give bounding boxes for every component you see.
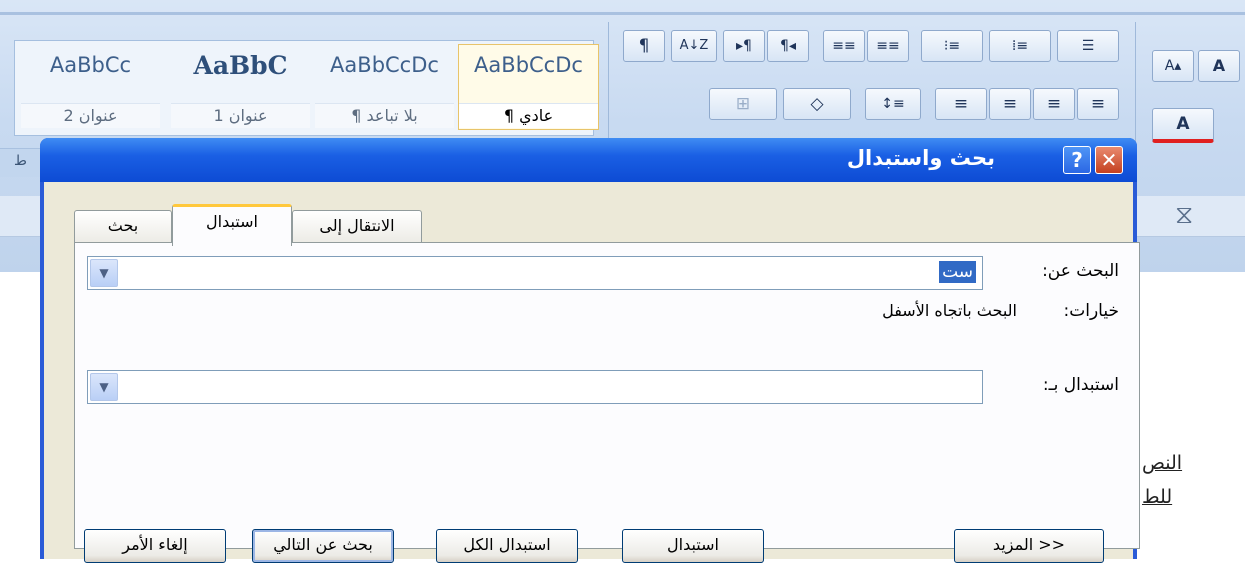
more-button[interactable]: المزيد >> [954, 529, 1104, 563]
options-label: خيارات: [1063, 301, 1119, 321]
group-label-text: ط [14, 153, 27, 169]
document-text: النص [1142, 452, 1183, 474]
replace-with-label: استبدال بـ: [1042, 375, 1119, 395]
replace-button[interactable]: استبدال [622, 529, 764, 563]
font-color-button[interactable]: A [1152, 108, 1214, 143]
replace-all-button[interactable]: استبدال الكل [436, 529, 578, 563]
ltr-button[interactable]: ¶◂ [767, 30, 809, 62]
grow-font-button[interactable]: A▴ [1152, 50, 1194, 82]
find-next-button[interactable]: بحث عن التالي [252, 529, 394, 563]
options-value: البحث باتجاه الأسفل [882, 301, 1017, 320]
quick-styles-gallery: AaBbCcDc ¶ عادي AaBbCcDc ¶ بلا تباعد AaB… [14, 40, 599, 136]
dialog-client-area: بحث استبدال الانتقال إلى البحث عن: ▼ ست … [44, 182, 1140, 563]
decrease-indent-button[interactable]: ≡≡ [867, 30, 909, 62]
document-text: للط [1142, 486, 1173, 508]
borders-button[interactable]: ⊞ [709, 88, 777, 120]
style-preview: AaBbCcDc [474, 53, 583, 77]
style-heading-2[interactable]: AaBbCc عنوان 2 [21, 45, 160, 129]
style-preview: AaBbCcDc [330, 53, 439, 77]
tab-replace[interactable]: استبدال [172, 204, 292, 246]
chevron-down-icon[interactable]: ▼ [90, 373, 118, 401]
indent-marker-icon[interactable]: ⧖ [1175, 200, 1193, 231]
find-what-combo[interactable]: ▼ ست [87, 256, 983, 290]
style-label: ¶ بلا تباعد [315, 103, 454, 128]
replace-with-combo[interactable]: ▼ [87, 370, 983, 404]
tab-goto[interactable]: الانتقال إلى [292, 210, 422, 243]
multilevel-list-button[interactable]: ⁝≡ [921, 30, 983, 62]
cancel-button[interactable]: إلغاء الأمر [84, 529, 226, 563]
style-no-spacing[interactable]: AaBbCcDc ¶ بلا تباعد [315, 45, 454, 129]
help-icon[interactable]: ? [1063, 146, 1091, 174]
find-what-value[interactable]: ست [939, 261, 976, 283]
style-preview: AaBbCc [49, 53, 132, 77]
style-label: عنوان 1 [171, 103, 310, 128]
style-label: ¶ عادي [459, 103, 598, 128]
bullets-button[interactable]: ☰ [1057, 30, 1119, 62]
tab-find[interactable]: بحث [74, 210, 172, 243]
dialog-titlebar[interactable]: بحث واستبدال ? ✕ [40, 138, 1137, 182]
chevron-down-icon[interactable]: ▼ [90, 259, 118, 287]
ribbon-top-border [0, 12, 1245, 15]
shading-button[interactable]: ◇ [783, 88, 851, 120]
style-label: عنوان 2 [21, 103, 160, 128]
align-left-button[interactable]: ≡ [989, 88, 1031, 120]
style-preview: AaBbC [193, 51, 288, 80]
find-replace-dialog: بحث واستبدال ? ✕ بحث استبدال الانتقال إل… [40, 138, 1140, 563]
replace-tab-panel: البحث عن: ▼ ست خيارات: البحث باتجاه الأس… [74, 242, 1140, 549]
replace-with-value[interactable] [970, 375, 976, 397]
font-group: A▴ A A [1135, 22, 1245, 172]
show-marks-button[interactable]: ¶ [623, 30, 665, 62]
font-size-button[interactable]: A [1198, 50, 1240, 82]
style-heading-1[interactable]: AaBbC عنوان 1 [171, 45, 310, 129]
find-what-label: البحث عن: [1042, 261, 1119, 281]
close-icon[interactable]: ✕ [1095, 146, 1123, 174]
dialog-title: بحث واستبدال [846, 146, 995, 170]
dialog-tabs: بحث استبدال الانتقال إلى [74, 204, 424, 246]
sort-button[interactable]: A↓Z [671, 30, 717, 62]
rtl-button[interactable]: ▸¶ [723, 30, 765, 62]
numbering-button[interactable]: ⁞≡ [989, 30, 1051, 62]
increase-indent-button[interactable]: ≡≡ [823, 30, 865, 62]
line-spacing-button[interactable]: ↕≡ [865, 88, 921, 120]
justify-button[interactable]: ≡ [935, 88, 987, 120]
style-normal[interactable]: AaBbCcDc ¶ عادي [458, 44, 599, 130]
align-right-button[interactable]: ≡ [1077, 88, 1119, 120]
align-center-button[interactable]: ≡ [1033, 88, 1075, 120]
